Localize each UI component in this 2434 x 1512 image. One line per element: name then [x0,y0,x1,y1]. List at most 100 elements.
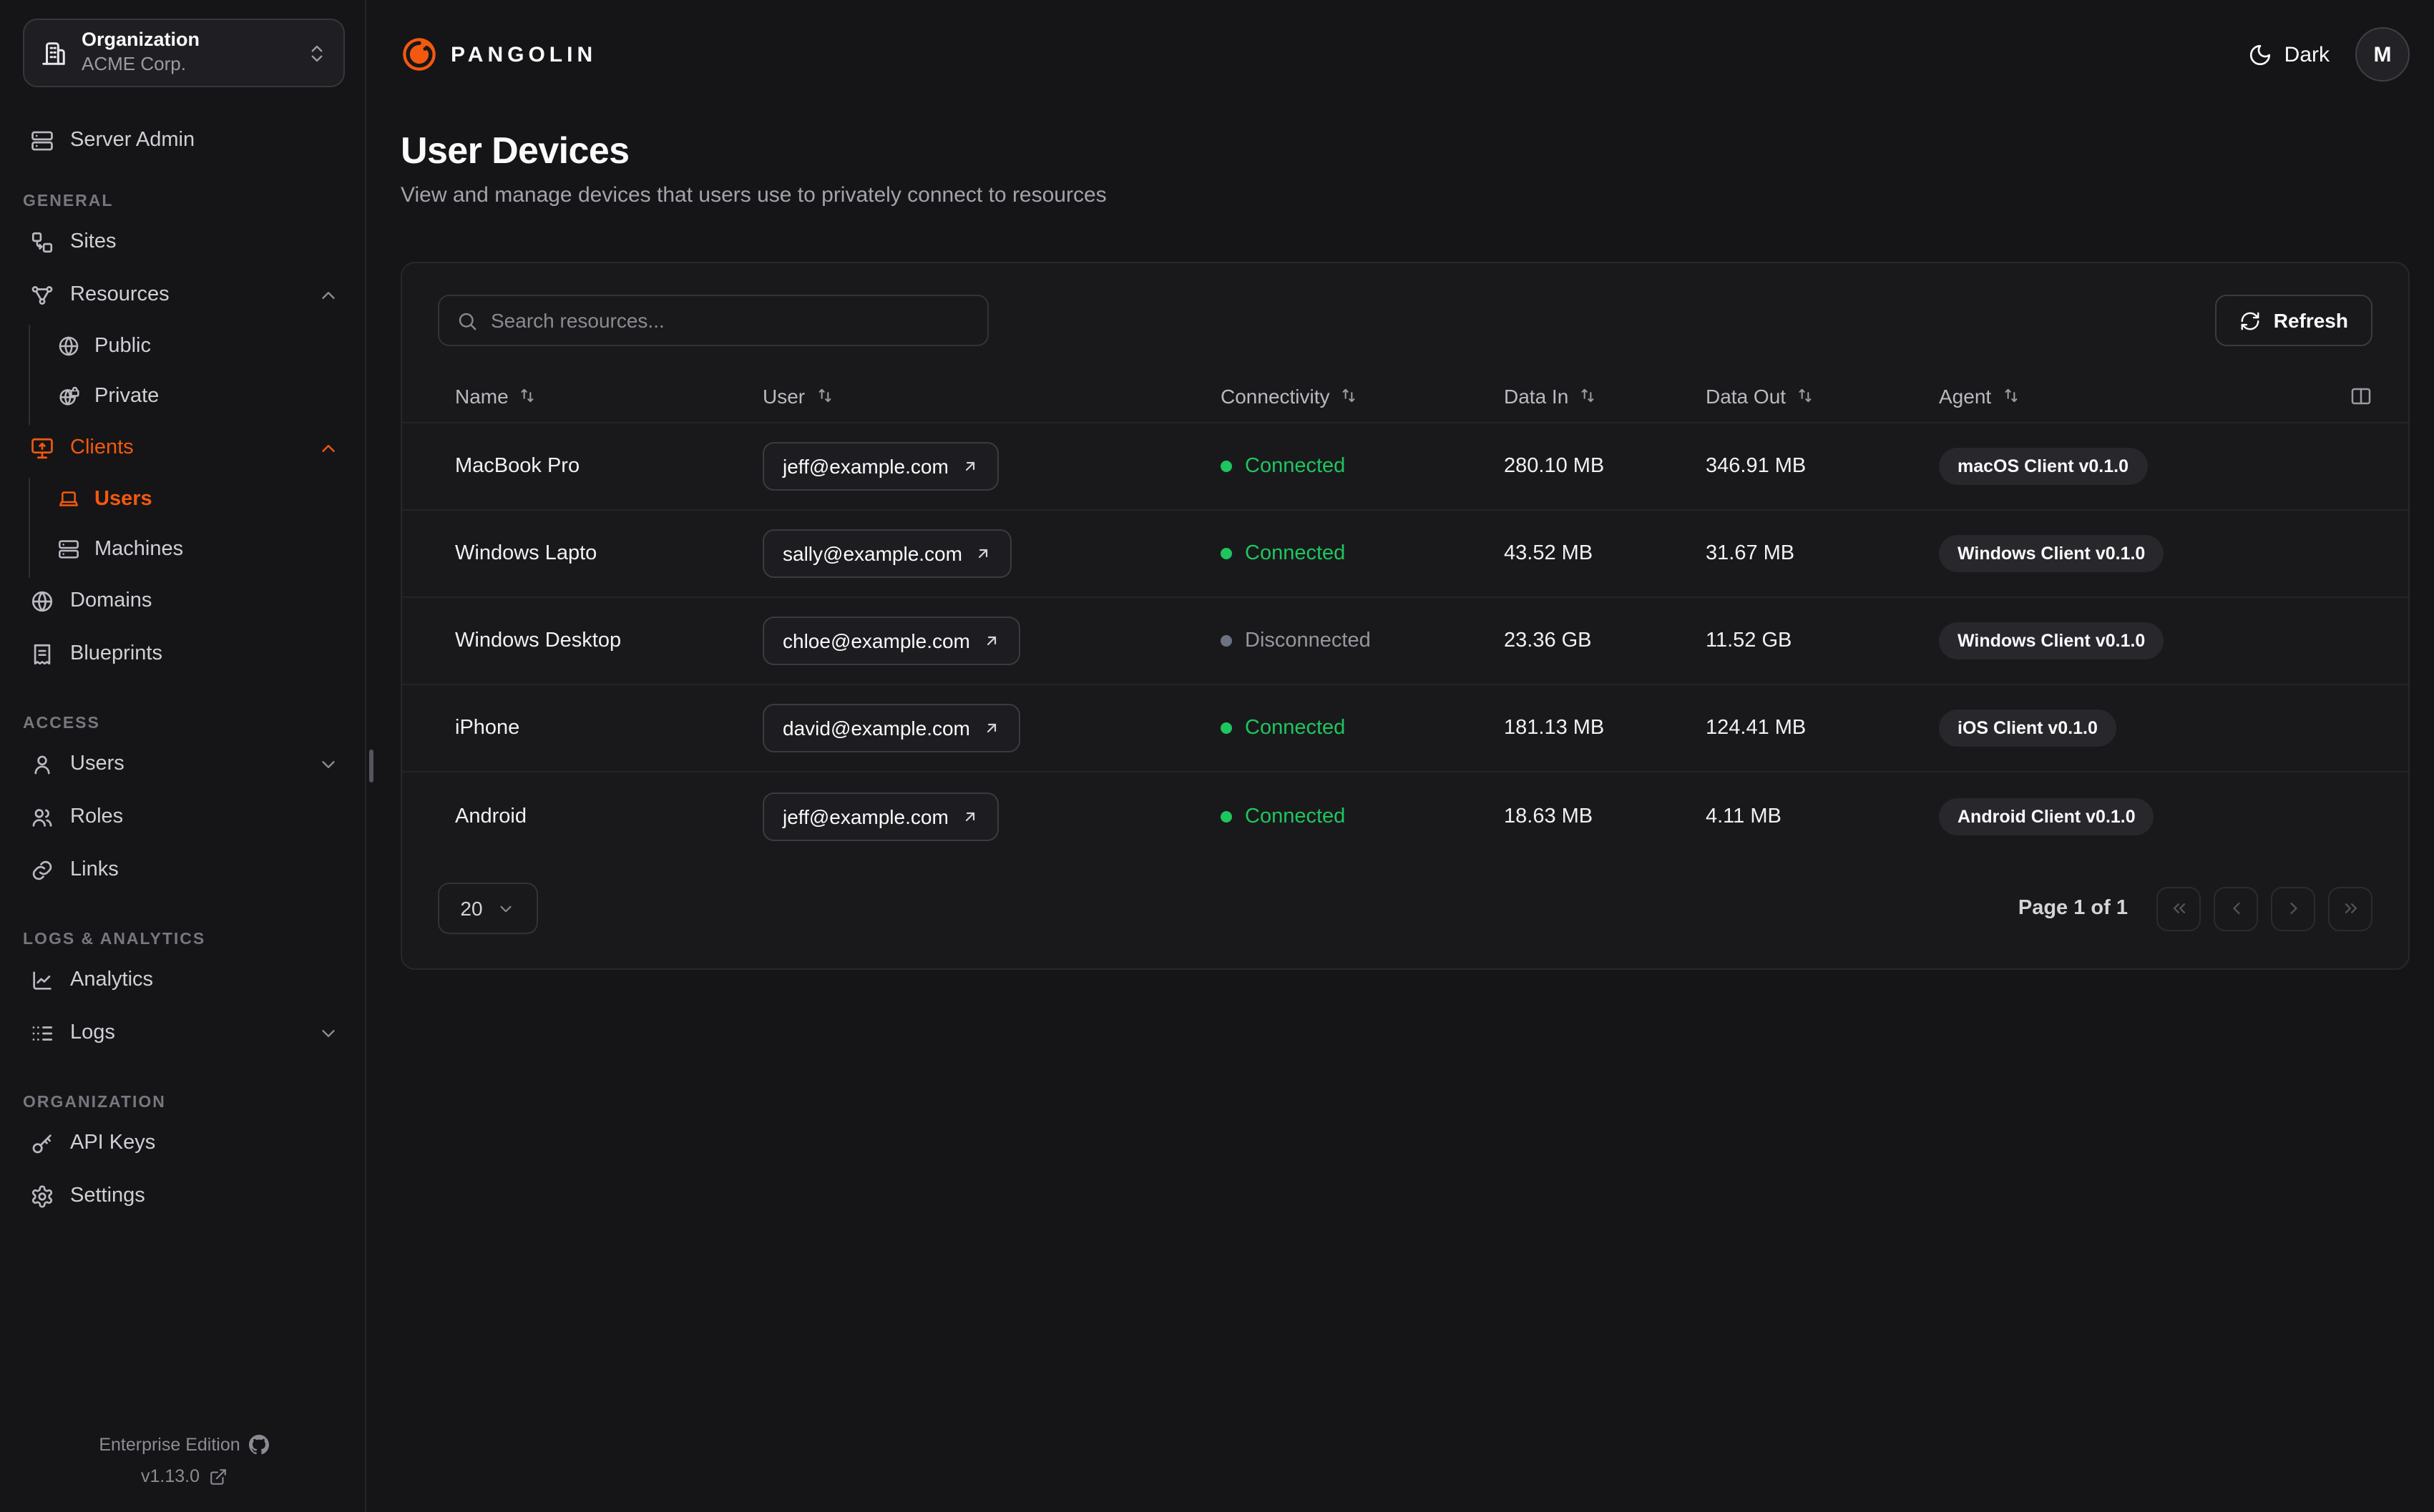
sidebar-item-sites[interactable]: Sites [23,219,345,265]
connectivity-status: Connected [1221,455,1504,478]
device-name: Windows Lapto [455,542,597,565]
column-header-data-out[interactable]: Data Out [1706,384,1939,407]
org-switcher[interactable]: Organization ACME Corp. [23,19,345,87]
building-icon [40,39,67,67]
connectivity-status: Connected [1221,542,1504,565]
resources-sub-list: Public Private [29,325,345,425]
user-link-button[interactable]: chloe@example.com [763,617,1020,665]
chevron-up-icon [318,437,339,458]
column-header-agent[interactable]: Agent [1939,384,2321,407]
user-email: jeff@example.com [783,805,949,828]
sidebar-item-label: Analytics [70,968,154,991]
data-in-value: 18.63 MB [1504,805,1593,828]
user-email: sally@example.com [783,542,962,565]
sidebar-item-users[interactable]: Users [23,741,345,787]
sidebar-item-blueprints[interactable]: Blueprints [23,631,345,677]
sidebar-item-domains[interactable]: Domains [23,578,345,624]
sites-icon [30,230,54,254]
search-input[interactable] [491,309,970,332]
avatar[interactable]: M [2355,27,2410,82]
version-link[interactable]: v1.13.0 [23,1466,345,1486]
sidebar-item-links[interactable]: Links [23,847,345,893]
gear-icon [30,1184,54,1208]
column-header-data-in[interactable]: Data In [1504,384,1706,407]
user-link-button[interactable]: david@example.com [763,704,1020,752]
theme-label: Dark [2284,42,2330,67]
refresh-button[interactable]: Refresh [2214,295,2372,346]
chevron-up-down-icon [306,42,328,64]
toggle-columns-button[interactable] [2350,384,2372,407]
sidebar-item-label: Machines [94,538,184,561]
globe-icon [30,589,54,613]
data-in-value: 43.52 MB [1504,542,1593,565]
sidebar: Organization ACME Corp. Server Admin GEN… [0,0,366,1512]
sidebar-item-analytics[interactable]: Analytics [23,957,345,1003]
sidebar-item-label: Private [94,385,160,408]
status-dot [1221,810,1232,822]
next-page-button[interactable] [2271,886,2315,931]
page-subtitle: View and manage devices that users use t… [401,183,1107,207]
sidebar-item-machines[interactable]: Machines [57,528,345,571]
sidebar-item-server-admin[interactable]: Server Admin [23,117,345,163]
sidebar-item-private[interactable]: Private [57,375,345,418]
sidebar-item-resources[interactable]: Resources [23,272,345,318]
org-switcher-label: Organization [82,29,200,51]
sidebar-section-logs-analytics: LOGS & ANALYTICS [23,931,206,948]
sidebar-item-public[interactable]: Public [57,325,345,368]
data-out-value: 31.67 MB [1706,542,1795,565]
last-page-button[interactable] [2328,886,2372,931]
pangolin-logo-icon [401,36,438,73]
brand-name: PANGOLIN [451,42,597,67]
arrow-up-right-icon [962,807,979,825]
column-header-name[interactable]: Name [455,384,763,407]
brand[interactable]: PANGOLIN [401,36,597,73]
sidebar-item-settings[interactable]: Settings [23,1173,345,1219]
status-dot [1221,548,1232,559]
arrow-up-right-icon [983,720,1000,737]
globe-lock-icon [57,385,80,408]
data-in-value: 280.10 MB [1504,455,1605,478]
sort-icon [1796,386,1814,405]
sidebar-item-label: Sites [70,230,117,253]
table-body: MacBook Pro jeff@example.com Connected 2… [402,423,2408,860]
user-icon [30,752,54,776]
sidebar-item-label: Resources [70,283,170,306]
sidebar-item-label: Logs [70,1021,115,1044]
sort-icon [1578,386,1597,405]
page-size-select[interactable]: 20 [438,883,538,934]
sidebar-scrollbar[interactable] [369,750,373,782]
page-size-value: 20 [460,897,483,920]
user-link-button[interactable]: sally@example.com [763,529,1012,578]
theme-toggle[interactable]: Dark [2249,42,2330,67]
sort-icon [2001,386,2020,405]
edition-link[interactable]: Enterprise Edition [23,1435,345,1455]
github-icon [248,1435,269,1455]
connectivity-status: Disconnected [1221,629,1504,652]
column-header-user[interactable]: User [763,384,1221,407]
users-icon [30,805,54,829]
sidebar-item-label: Domains [70,589,152,612]
pagination: Page 1 of 1 [2018,886,2372,931]
user-link-button[interactable]: jeff@example.com [763,792,999,840]
previous-page-button[interactable] [2214,886,2258,931]
table-row: Windows Lapto sally@example.com Connecte… [402,511,2408,598]
sidebar-item-roles[interactable]: Roles [23,794,345,840]
chevron-down-icon [318,1022,339,1044]
sidebar-item-logs[interactable]: Logs [23,1010,345,1056]
sort-icon [519,386,537,405]
sidebar-item-clients[interactable]: Clients [23,425,345,471]
user-link-button[interactable]: jeff@example.com [763,442,999,491]
sidebar-item-api-keys[interactable]: API Keys [23,1120,345,1166]
sidebar-item-label: Links [70,858,119,881]
sort-icon [815,386,834,405]
table-row: MacBook Pro jeff@example.com Connected 2… [402,423,2408,511]
page-title: User Devices [401,129,630,172]
sidebar-section-general: GENERAL [23,193,114,210]
first-page-button[interactable] [2156,886,2201,931]
agent-badge: Android Client v0.1.0 [1939,797,2154,835]
column-header-connectivity[interactable]: Connectivity [1221,384,1504,407]
table-row: Windows Desktop chloe@example.com Discon… [402,598,2408,685]
user-email: chloe@example.com [783,629,970,652]
user-email: jeff@example.com [783,455,949,478]
sidebar-item-users-devices[interactable]: Users [57,478,345,521]
